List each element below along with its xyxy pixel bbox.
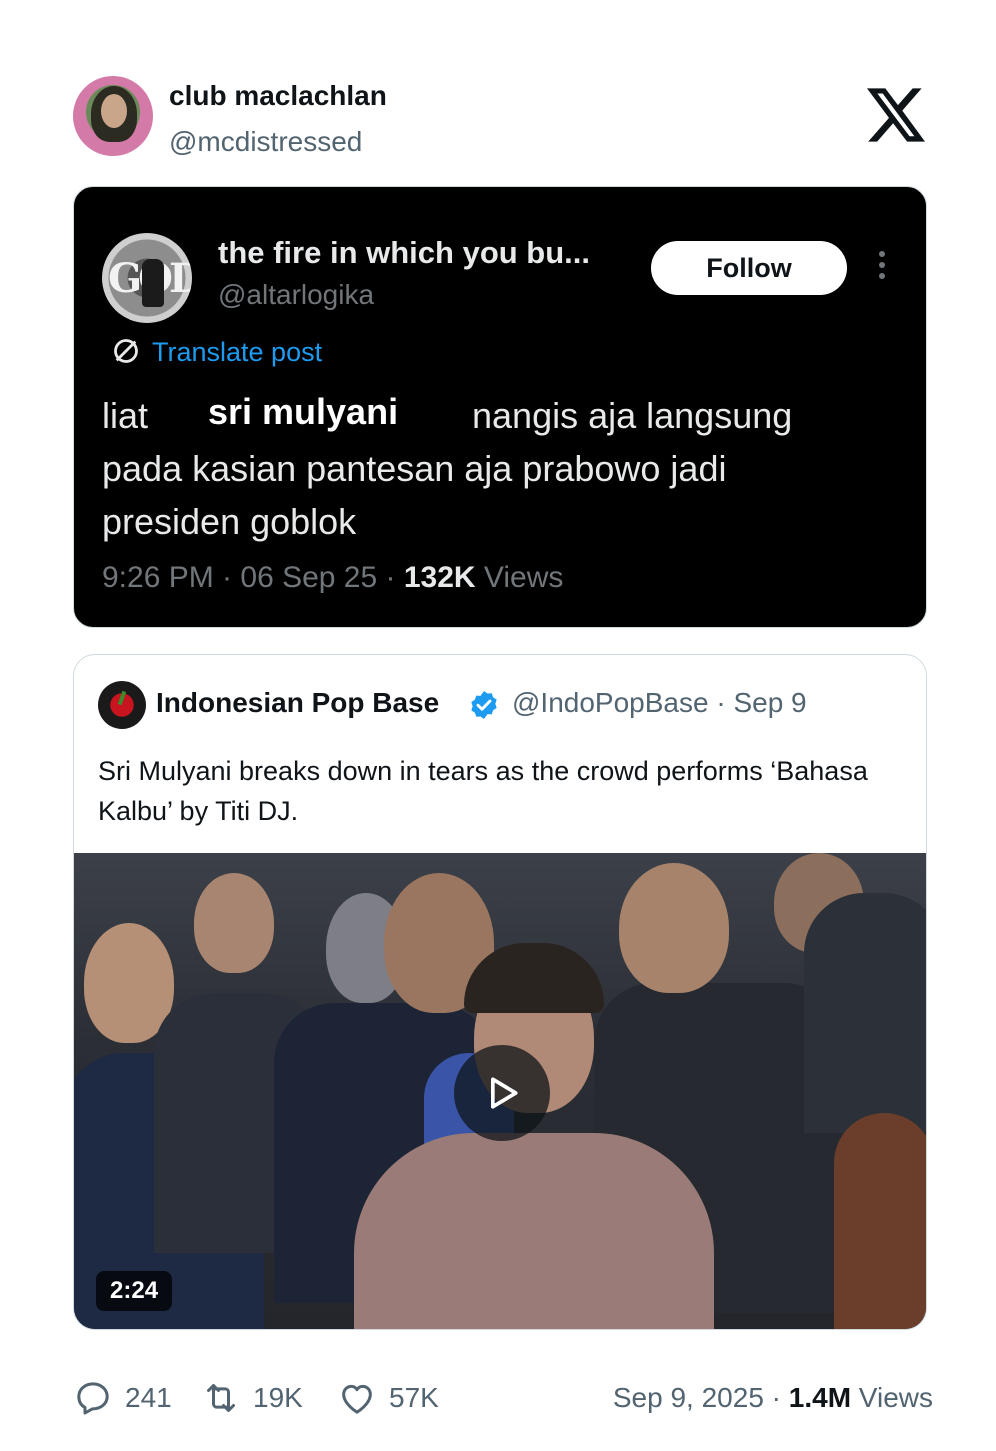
embedded-post-screenshot: GOD the fire in which you bu... @altarlo…: [73, 186, 927, 628]
post-header: club maclachlan @mcdistressed: [73, 76, 933, 158]
main-figure: [354, 1133, 714, 1329]
play-button[interactable]: [454, 1045, 550, 1141]
post-text-line2: pada kasian pantesan aja prabowo jadi: [102, 448, 727, 489]
post-text-line1-rest: nangis aja langsung: [472, 395, 793, 436]
translate-post-link: Translate post: [112, 335, 322, 367]
post-text-word: liat: [102, 395, 149, 436]
like-button[interactable]: 57K: [337, 1378, 439, 1418]
views-label: Views: [851, 1382, 933, 1413]
post-text-highlight: sri mulyani: [208, 391, 399, 432]
embedded-avatar: GOD: [102, 233, 192, 323]
embedded-post-text: liat sri mulyani nangis aja langsung pad…: [102, 389, 902, 548]
reply-button[interactable]: 241: [73, 1378, 172, 1418]
author-avatar[interactable]: [73, 76, 153, 156]
embedded-avatar-figure: [142, 259, 164, 307]
play-icon: [491, 1077, 518, 1109]
crowd-face: [619, 863, 729, 993]
crowd-face: [194, 873, 274, 973]
railing: [834, 1113, 926, 1329]
verified-badge-icon: [471, 691, 497, 719]
embedded-post-meta: 9:26 PM · 06 Sep 25 · 132K Views: [102, 561, 563, 595]
repost-icon: [207, 1384, 235, 1412]
follow-button: Follow: [651, 241, 847, 295]
post-date: Sep 9, 2025 ·: [612, 1382, 789, 1413]
quoted-display-name[interactable]: Indonesian Pop Base: [156, 687, 439, 719]
avatar-face: [101, 94, 127, 128]
reply-icon: [77, 1382, 109, 1415]
more-options-icon: [874, 251, 890, 285]
author-display-name[interactable]: club maclachlan: [169, 80, 387, 112]
embedded-handle: @altarlogika: [218, 279, 375, 310]
embedded-post-time: 9:26 PM · 06 Sep 25 ·: [102, 561, 404, 594]
author-handle[interactable]: @mcdistressed: [169, 126, 362, 158]
video-duration-badge: 2:24: [96, 1271, 173, 1311]
post-text-line3: presiden goblok: [102, 501, 357, 542]
quoted-post-text: Sri Mulyani breaks down in tears as the …: [98, 756, 868, 826]
repost-count: 19K: [253, 1382, 303, 1413]
action-bar: 241 19K 57K Sep 9, 2025 · 1.4M Views: [73, 1372, 933, 1428]
embedded-views-count: 132K: [403, 561, 476, 594]
video-player[interactable]: 2:24: [74, 853, 926, 1329]
reply-count: 241: [125, 1382, 172, 1413]
post-timestamp[interactable]: Sep 9, 2025 · 1.4M Views: [613, 1382, 933, 1414]
quoted-post[interactable]: Indonesian Pop Base @IndoPopBase · Sep 9…: [73, 654, 927, 1330]
views-count: 1.4M: [788, 1382, 852, 1413]
embedded-views-label: Views: [475, 561, 564, 594]
x-logo-icon[interactable]: [867, 88, 925, 142]
translate-label: Translate post: [152, 337, 323, 367]
heart-icon: [342, 1384, 372, 1414]
repost-button[interactable]: 19K: [201, 1378, 303, 1418]
quoted-avatar[interactable]: [98, 681, 146, 729]
quoted-handle-date[interactable]: @IndoPopBase · Sep 9: [512, 687, 807, 719]
crowd-figure: [804, 893, 926, 1133]
like-count: 57K: [389, 1382, 439, 1413]
embedded-display-name: the fire in which you bu...: [218, 235, 591, 270]
translate-icon: [114, 339, 138, 363]
